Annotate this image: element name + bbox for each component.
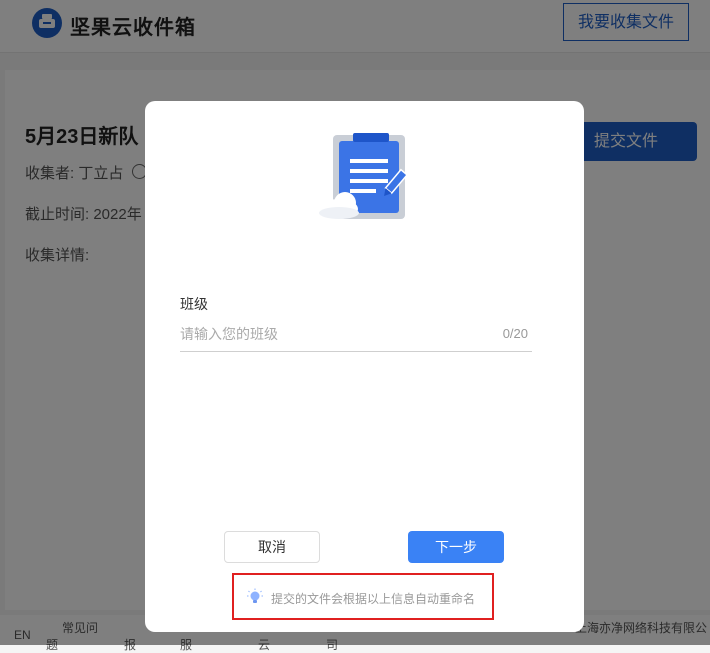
next-step-button[interactable]: 下一步 (408, 531, 504, 563)
class-input[interactable] (180, 321, 480, 347)
rename-tip: 提交的文件会根据以上信息自动重命名 (232, 573, 494, 620)
class-input-wrapper: 0/20 (180, 321, 532, 352)
rename-tip-text: 提交的文件会根据以上信息自动重命名 (271, 592, 476, 606)
submit-dialog: 班级 0/20 取消 下一步 提交的文件会根据以上信息自动重命名 (145, 101, 584, 632)
cancel-button[interactable]: 取消 (224, 531, 320, 563)
clipboard-cloud-illustration (319, 133, 409, 219)
char-counter: 0/20 (502, 326, 528, 341)
class-field-label: 班级 (180, 296, 208, 312)
lightbulb-icon (247, 588, 263, 603)
